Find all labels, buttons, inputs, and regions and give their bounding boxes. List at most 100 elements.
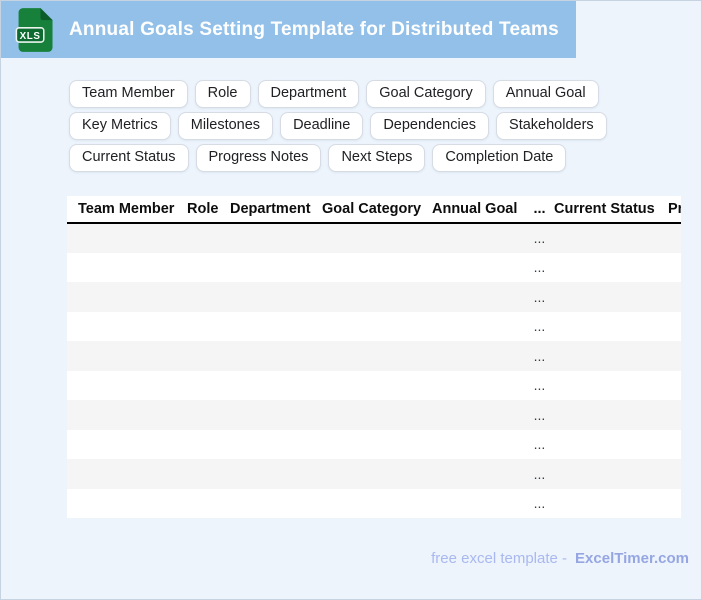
row-empty-cell — [321, 459, 431, 489]
row-empty-cell — [667, 252, 681, 282]
row-empty-cell — [186, 459, 229, 489]
footer-credit: free excel template - ExcelTimer.com — [431, 550, 689, 567]
row-empty-cell — [431, 311, 526, 341]
row-empty-cell — [67, 459, 186, 489]
row-ellipsis-cell: ... — [526, 429, 553, 459]
row-empty-cell — [186, 429, 229, 459]
column-header: Department — [229, 196, 321, 224]
tag-chip[interactable]: Key Metrics — [69, 112, 171, 140]
row-empty-cell — [667, 429, 681, 459]
row-ellipsis-cell: ... — [526, 282, 553, 312]
row-empty-cell — [229, 370, 321, 400]
row-empty-cell — [431, 341, 526, 371]
row-ellipsis-cell: ... — [526, 223, 553, 253]
row-empty-cell — [229, 282, 321, 312]
row-ellipsis-cell: ... — [526, 341, 553, 371]
goals-table: Team Member Role Department Goal Category An… — [67, 196, 681, 518]
row-empty-cell — [229, 459, 321, 489]
row-empty-cell — [321, 429, 431, 459]
row-empty-cell — [186, 282, 229, 312]
row-empty-cell — [553, 370, 667, 400]
tag-chip[interactable]: Stakeholders — [496, 112, 607, 140]
row-ellipsis-cell: ... — [526, 488, 553, 518]
tag-chip[interactable]: Milestones — [177, 112, 274, 140]
row-empty-cell — [67, 252, 186, 282]
row-empty-cell — [186, 341, 229, 371]
table-row: ... — [67, 252, 681, 282]
table-row: ... — [67, 459, 681, 489]
row-ellipsis-cell: ... — [526, 311, 553, 341]
row-empty-cell — [431, 459, 526, 489]
tag-chip[interactable]: Completion Date — [432, 144, 567, 172]
row-ellipsis-cell: ... — [526, 252, 553, 282]
row-empty-cell — [553, 400, 667, 430]
row-empty-cell — [67, 341, 186, 371]
row-empty-cell — [553, 311, 667, 341]
row-empty-cell — [431, 429, 526, 459]
footer-brand-link[interactable]: ExcelTimer.com — [575, 550, 689, 567]
row-empty-cell — [186, 311, 229, 341]
row-empty-cell — [67, 488, 186, 518]
tag-chip[interactable]: Department — [257, 80, 360, 108]
table-row: ... — [67, 223, 681, 253]
row-empty-cell — [431, 252, 526, 282]
tag-chip[interactable]: Role — [194, 80, 251, 108]
page-title: Annual Goals Setting Template for Distri… — [69, 18, 559, 40]
tag-chip[interactable]: Goal Category — [366, 80, 486, 108]
table-body: .............................. — [67, 223, 681, 518]
tag-chip[interactable]: Next Steps — [328, 144, 426, 172]
tag-chip[interactable]: Deadline — [280, 112, 364, 140]
row-ellipsis-cell: ... — [526, 459, 553, 489]
row-empty-cell — [667, 488, 681, 518]
row-empty-cell — [229, 252, 321, 282]
row-empty-cell — [667, 311, 681, 341]
row-empty-cell — [431, 223, 526, 253]
row-empty-cell — [67, 370, 186, 400]
column-header: Annual Goal — [431, 196, 526, 224]
row-empty-cell — [186, 370, 229, 400]
footer-text: free excel template - — [431, 550, 568, 567]
row-empty-cell — [67, 223, 186, 253]
row-empty-cell — [186, 252, 229, 282]
row-empty-cell — [553, 341, 667, 371]
xls-icon-label: XLS — [20, 30, 41, 41]
row-empty-cell — [667, 223, 681, 253]
table-row: ... — [67, 282, 681, 312]
table-row: ... — [67, 488, 681, 518]
row-empty-cell — [553, 429, 667, 459]
column-header: Team Member — [67, 196, 186, 224]
row-ellipsis-cell: ... — [526, 400, 553, 430]
column-header: Pr — [667, 196, 681, 224]
row-empty-cell — [229, 429, 321, 459]
row-empty-cell — [431, 282, 526, 312]
row-empty-cell — [67, 282, 186, 312]
column-header: Current Status — [553, 196, 667, 224]
row-empty-cell — [431, 400, 526, 430]
row-ellipsis-cell: ... — [526, 370, 553, 400]
row-empty-cell — [431, 370, 526, 400]
table-row: ... — [67, 311, 681, 341]
table-container: Team Member Role Department Goal Category An… — [67, 196, 681, 518]
row-empty-cell — [321, 252, 431, 282]
row-empty-cell — [229, 341, 321, 371]
column-header: ... — [526, 196, 553, 224]
row-empty-cell — [321, 223, 431, 253]
tag-chip[interactable]: Current Status — [69, 144, 189, 172]
row-empty-cell — [67, 400, 186, 430]
table-header-row: Team Member Role Department Goal Category An… — [67, 196, 681, 224]
row-empty-cell — [186, 400, 229, 430]
header-bar: XLS Annual Goals Setting Template for Di… — [1, 1, 576, 58]
row-empty-cell — [321, 370, 431, 400]
row-empty-cell — [321, 341, 431, 371]
tag-chip[interactable]: Team Member — [69, 80, 188, 108]
row-empty-cell — [229, 223, 321, 253]
row-empty-cell — [667, 282, 681, 312]
tag-chip[interactable]: Annual Goal — [492, 80, 599, 108]
row-empty-cell — [321, 400, 431, 430]
row-empty-cell — [667, 370, 681, 400]
tag-chip[interactable]: Progress Notes — [195, 144, 322, 172]
row-empty-cell — [667, 341, 681, 371]
row-empty-cell — [431, 488, 526, 518]
column-header: Role — [186, 196, 229, 224]
tag-chip[interactable]: Dependencies — [370, 112, 490, 140]
